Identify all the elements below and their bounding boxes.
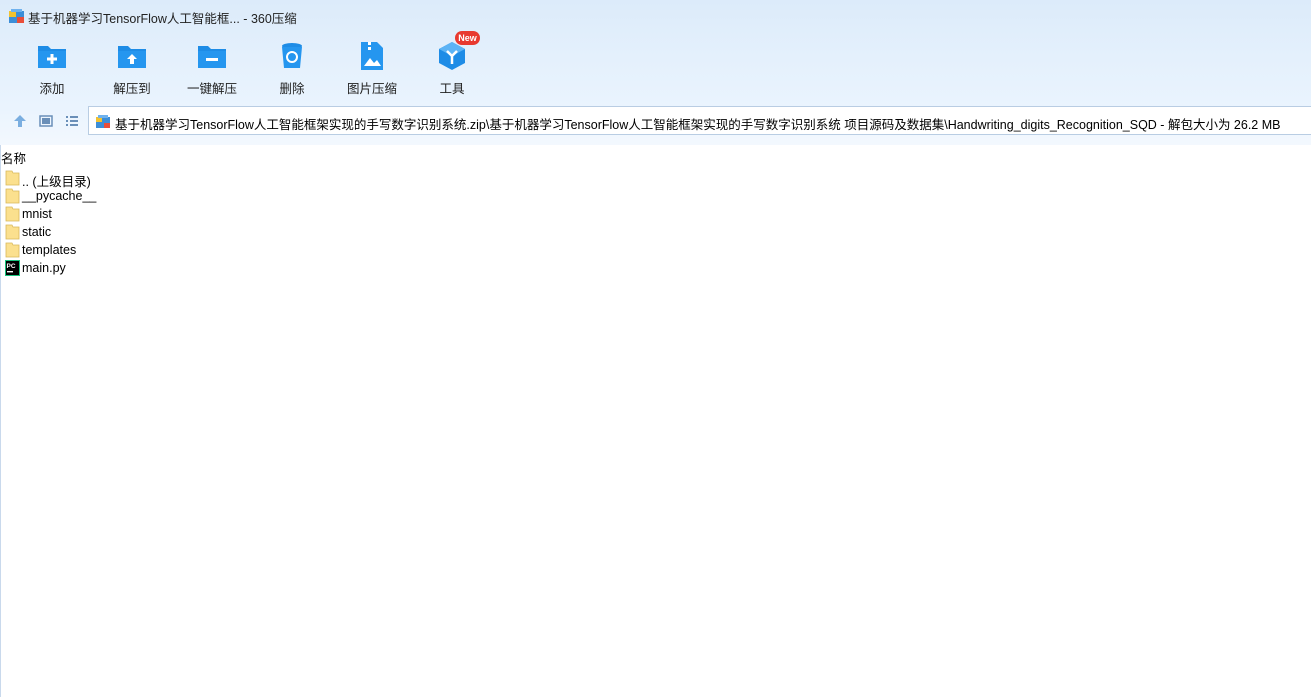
list-item[interactable]: mnist	[4, 205, 304, 223]
list-item[interactable]: .. (上级目录)	[4, 169, 304, 189]
list-item[interactable]: static	[4, 223, 304, 241]
tools-button[interactable]: 工具	[412, 36, 492, 98]
list-view-icon[interactable]	[63, 112, 81, 130]
window-title: 基于机器学习TensorFlow人工智能框... - 360压缩	[28, 12, 297, 26]
one-click-extract-icon	[198, 46, 226, 68]
delete-button[interactable]: 删除	[252, 36, 332, 98]
file-list: 名称 .. (上级目录) __pycache__ mnist static te…	[0, 145, 1311, 697]
folder-icon	[5, 206, 20, 222]
pycharm-file-icon: PC	[5, 260, 20, 276]
add-button[interactable]: 添加	[12, 36, 92, 98]
list-item[interactable]: __pycache__	[4, 187, 304, 205]
image-compress-button[interactable]: 图片压缩	[332, 36, 412, 98]
column-header-name[interactable]: 名称	[1, 148, 26, 167]
image-compress-label: 图片压缩	[346, 82, 397, 96]
file-name: mnist	[22, 207, 52, 221]
file-name: templates	[22, 243, 77, 257]
folder-icon	[5, 224, 20, 240]
extract-to-label: 解压到	[113, 82, 151, 96]
tools-label: 工具	[439, 82, 465, 96]
list-item[interactable]: templates	[4, 241, 304, 259]
folder-icon	[5, 188, 20, 204]
extract-to-icon	[118, 46, 146, 68]
address-bar[interactable]: 基于机器学习TensorFlow人工智能框架实现的手写数字识别系统.zip\基于…	[88, 106, 1311, 135]
archive-file-icon	[96, 115, 110, 128]
folder-icon	[5, 242, 20, 258]
folder-icon	[5, 170, 20, 186]
new-badge: New	[455, 31, 480, 45]
add-icon	[38, 46, 66, 68]
add-label: 添加	[39, 82, 65, 96]
image-compress-icon	[361, 42, 383, 70]
file-name: main.py	[22, 261, 66, 275]
delete-icon	[282, 43, 302, 68]
file-name: __pycache__	[22, 189, 97, 203]
delete-label: 删除	[279, 82, 305, 96]
app-window: 基于机器学习TensorFlow人工智能框... - 360压缩 添加 解压到	[0, 0, 1311, 697]
archive-app-icon	[9, 9, 24, 23]
up-level-icon[interactable]	[11, 112, 29, 130]
one-click-extract-label: 一键解压	[186, 82, 237, 96]
window-chrome: 基于机器学习TensorFlow人工智能框... - 360压缩 添加 解压到	[0, 0, 1311, 145]
toolbar: 添加 解压到 一键解压 删除 图片压缩 工具	[0, 36, 1311, 98]
title-bar: 基于机器学习TensorFlow人工智能框... - 360压缩	[0, 0, 1311, 32]
one-click-extract-button[interactable]: 一键解压	[172, 36, 252, 98]
navigation-bar: 基于机器学习TensorFlow人工智能框架实现的手写数字识别系统.zip\基于…	[0, 106, 1311, 136]
svg-text:PC: PC	[7, 263, 16, 270]
address-path: 基于机器学习TensorFlow人工智能框架实现的手写数字识别系统.zip\基于…	[115, 118, 1281, 132]
file-name: static	[22, 225, 52, 239]
extract-to-button[interactable]: 解压到	[92, 36, 172, 98]
list-item[interactable]: PC main.py	[4, 259, 304, 277]
thumbnail-view-icon[interactable]	[37, 112, 55, 130]
